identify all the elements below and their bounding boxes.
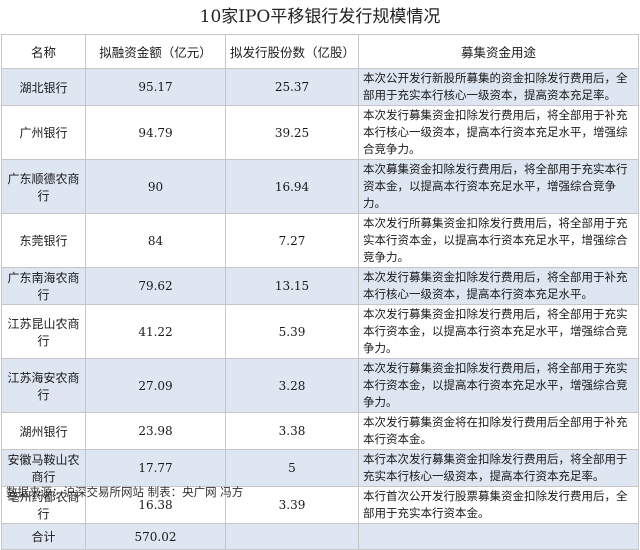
bank-name: 安徽马鞍山农商行	[1, 449, 86, 487]
header-purpose: 募集资金用途	[358, 34, 639, 69]
bank-shares: 3.38	[225, 412, 359, 450]
bank-purpose: 本次发行募集资金扣除发行费用后，将全部用于充实本行资本金，以提高本行资本充足水平…	[358, 304, 639, 359]
bank-amount: 95.17	[85, 68, 226, 106]
total-label: 合计	[1, 523, 86, 550]
bank-shares: 39.25	[225, 105, 359, 160]
bank-name: 广州银行	[1, 105, 86, 160]
bank-purpose: 本次发行募集资金扣除发行费用后，将全部用于充实本行资本金，以提高本行资本充足水平…	[358, 358, 639, 413]
bank-shares: 13.15	[225, 267, 359, 305]
table-title: 10家IPO平移银行发行规模情况	[199, 7, 441, 27]
bank-purpose: 本次发行募集资金将在扣除发行费用后全部用于补充本行资本金。	[358, 412, 639, 450]
bank-shares: 5.39	[225, 304, 359, 359]
bank-shares: 25.37	[225, 68, 359, 106]
table-row: 广东顺德农商行 90 16.94 本次募集资金扣除发行费用后，将全部用于充实本行…	[1, 159, 639, 214]
header-shares: 拟发行股份数（亿股）	[225, 34, 359, 69]
total-row: 合计 570.02	[1, 523, 639, 550]
table-row: 安徽马鞍山农商行 17.77 5 本行本次发行募集资金扣除发行费用后，将全部用于…	[1, 449, 639, 487]
total-amount: 570.02	[85, 523, 226, 550]
bank-shares: 3.28	[225, 358, 359, 413]
table-row: 广州银行 94.79 39.25 本次发行募集资金扣除发行费用后，将全部用于补充…	[1, 105, 639, 160]
bank-purpose: 本行首次公开发行股票募集资金扣除发行费用后，全部用于充实本行资本金。	[358, 486, 639, 524]
bank-purpose: 本次发行所募集资金扣除发行费用后，将全部用于充实本行资本金，以提高本行资本充足水…	[358, 213, 639, 268]
bank-name: 广东南海农商行	[1, 267, 86, 305]
bank-purpose: 本次发行募集资金扣除发行费用后，将全部用于补充本行核心一级资本，提高本行资本充足…	[358, 105, 639, 160]
table-row: 广东南海农商行 79.62 13.15 本次发行募集资金扣除发行费用后，将全部用…	[1, 267, 639, 305]
bank-purpose: 本行本次发行募集资金扣除发行费用后，将全部用于充实本行核心一级资本，提高本行资本…	[358, 449, 639, 487]
bank-name: 湖北银行	[1, 68, 86, 106]
table-row: 湖北银行 95.17 25.37 本次公开发行新股所募集的资金扣除发行费用后，全…	[1, 68, 639, 106]
bank-purpose: 本次公开发行新股所募集的资金扣除发行费用后，全部用于充实本行核心一级资本，提高资…	[358, 68, 639, 106]
bank-name: 江苏昆山农商行	[1, 304, 86, 359]
bank-name: 东莞银行	[1, 213, 86, 268]
bank-amount: 90	[85, 159, 226, 214]
bank-amount: 41.22	[85, 304, 226, 359]
header-amount: 拟融资金额（亿元）	[85, 34, 226, 69]
ipo-table: 名称 拟融资金额（亿元） 拟发行股份数（亿股） 募集资金用途 湖北银行 95.1…	[1, 34, 639, 550]
bank-amount: 94.79	[85, 105, 226, 160]
bank-purpose: 本次发行募集资金扣除发行费用后，将全部用于补充本行核心一级资本，提高本行资本充足…	[358, 267, 639, 305]
bank-shares: 7.27	[225, 213, 359, 268]
bank-name: 江苏海安农商行	[1, 358, 86, 413]
bank-shares: 5	[225, 449, 359, 487]
bank-purpose: 本次募集资金扣除发行费用后，将全部用于充实本行资本金，以提高本行资本充足水平，增…	[358, 159, 639, 214]
bank-name: 湖州银行	[1, 412, 86, 450]
total-empty-shares	[225, 523, 359, 550]
bank-shares: 16.94	[225, 159, 359, 214]
bank-name: 广东顺德农商行	[1, 159, 86, 214]
table-row: 湖州银行 23.98 3.38 本次发行募集资金将在扣除发行费用后全部用于补充本…	[1, 412, 639, 450]
table-row: 江苏昆山农商行 41.22 5.39 本次发行募集资金扣除发行费用后，将全部用于…	[1, 304, 639, 359]
header-name: 名称	[1, 34, 86, 69]
table-row: 江苏海安农商行 27.09 3.28 本次发行募集资金扣除发行费用后，将全部用于…	[1, 358, 639, 413]
page: 10家IPO平移银行发行规模情况 名称 拟融资金额（亿元） 拟发行股份数（亿股）…	[0, 0, 640, 550]
source-note: 数据来源：沪深交易所网站 制表：央广网 冯方	[6, 485, 244, 499]
bank-shares: 3.39	[225, 486, 359, 524]
total-empty-purpose	[358, 523, 639, 550]
bank-amount: 17.77	[85, 449, 226, 487]
table-row: 东莞银行 84 7.27 本次发行所募集资金扣除发行费用后，将全部用于充实本行资…	[1, 213, 639, 268]
bank-amount: 27.09	[85, 358, 226, 413]
bank-amount: 84	[85, 213, 226, 268]
header-row: 名称 拟融资金额（亿元） 拟发行股份数（亿股） 募集资金用途	[1, 34, 639, 69]
bank-amount: 23.98	[85, 412, 226, 450]
bank-amount: 79.62	[85, 267, 226, 305]
